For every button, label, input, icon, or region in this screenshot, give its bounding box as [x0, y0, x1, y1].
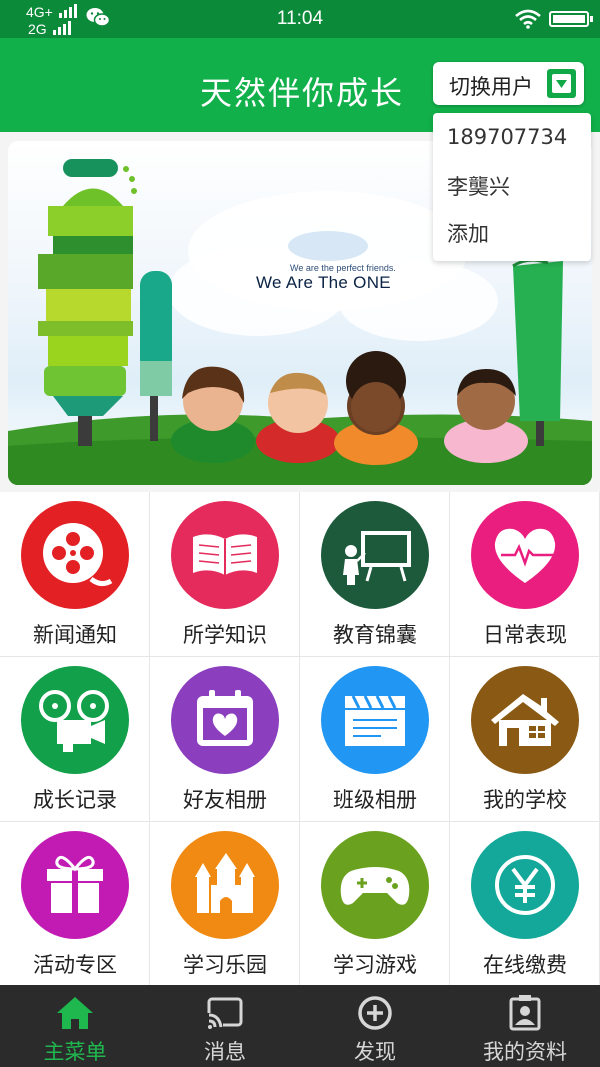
- film-reel-icon: [21, 501, 129, 609]
- tab-messages[interactable]: 消息: [150, 985, 300, 1067]
- tab-label: 我的资料: [483, 1040, 567, 1064]
- calendar-heart-icon: [171, 666, 279, 774]
- gamepad-icon: [321, 831, 429, 939]
- menu-item-label: 学习游戏: [333, 953, 417, 977]
- open-book-icon: [171, 501, 279, 609]
- menu-item-class-album[interactable]: 班级相册: [300, 657, 450, 822]
- menu-item-online-payment[interactable]: 在线缴费: [450, 822, 600, 987]
- menu-item-label: 好友相册: [183, 788, 267, 812]
- menu-item-daily-performance[interactable]: 日常表现: [450, 492, 600, 657]
- menu-item-label: 班级相册: [333, 788, 417, 812]
- menu-item-label: 活动专区: [33, 953, 117, 977]
- movie-projector-icon: [21, 666, 129, 774]
- tab-main-menu[interactable]: 主菜单: [0, 985, 150, 1067]
- menu-item-label: 成长记录: [33, 788, 117, 812]
- status-bar: 4G+ 2G 11:04: [0, 0, 600, 38]
- tab-label: 发现: [354, 1040, 396, 1064]
- menu-item-friend-album[interactable]: 好友相册: [150, 657, 300, 822]
- menu-item-label: 新闻通知: [33, 623, 117, 647]
- dropdown-option-add[interactable]: 添加: [447, 218, 489, 248]
- cast-icon: [207, 997, 243, 1029]
- banner-headline: We Are The ONE: [256, 273, 391, 292]
- menu-item-label: 教育锦囊: [333, 623, 417, 647]
- menu-item-education-tips[interactable]: 教育锦囊: [300, 492, 450, 657]
- menu-item-label: 日常表现: [483, 623, 567, 647]
- battery-icon: [549, 11, 593, 27]
- plus-circle-icon: [358, 996, 392, 1030]
- page-title: 天然伴你成长: [200, 74, 405, 112]
- menu-item-activity-zone[interactable]: 活动专区: [0, 822, 150, 987]
- menu-item-learning-games[interactable]: 学习游戏: [300, 822, 450, 987]
- tab-my-profile[interactable]: 我的资料: [450, 985, 600, 1067]
- menu-item-my-school[interactable]: 我的学校: [450, 657, 600, 822]
- menu-item-label: 我的学校: [483, 788, 567, 812]
- menu-item-news[interactable]: 新闻通知: [0, 492, 150, 657]
- home-icon: [57, 997, 93, 1029]
- wifi-icon: [515, 9, 541, 29]
- tab-discover[interactable]: 发现: [300, 985, 450, 1067]
- switch-user-label: 切换用户: [449, 75, 533, 99]
- profile-card-icon: [509, 995, 541, 1031]
- castle-icon: [171, 831, 279, 939]
- menu-item-label: 学习乐园: [183, 953, 267, 977]
- clock: 11:04: [276, 8, 324, 29]
- bottom-tab-bar: 主菜单 消息 发现 我的资料: [0, 985, 600, 1067]
- banner-tagline: We are the perfect friends.: [290, 263, 396, 273]
- tab-label: 消息: [204, 1040, 246, 1064]
- teacher-board-icon: [321, 501, 429, 609]
- house-icon: [471, 666, 579, 774]
- heart-pulse-icon: [471, 501, 579, 609]
- clapperboard-icon: [321, 666, 429, 774]
- chevron-down-icon: [547, 69, 576, 98]
- switch-user-button[interactable]: 切换用户: [433, 62, 584, 105]
- gift-box-icon: [21, 831, 129, 939]
- menu-item-label: 在线缴费: [483, 953, 567, 977]
- menu-item-label: 所学知识: [183, 623, 267, 647]
- menu-item-learning-park[interactable]: 学习乐园: [150, 822, 300, 987]
- main-menu-grid: 新闻通知 所学知识 教育锦囊 日常表现 成长记录 好友相册 班级相册 我的学校 …: [0, 492, 600, 987]
- user-dropdown-menu: 189707734 李龑兴 添加: [433, 113, 591, 261]
- menu-item-knowledge[interactable]: 所学知识: [150, 492, 300, 657]
- dropdown-option-user[interactable]: 李龑兴: [447, 171, 510, 201]
- tab-label: 主菜单: [43, 1040, 107, 1064]
- yen-coin-icon: [471, 831, 579, 939]
- menu-item-growth-record[interactable]: 成长记录: [0, 657, 150, 822]
- dropdown-option-account[interactable]: 189707734: [447, 125, 567, 149]
